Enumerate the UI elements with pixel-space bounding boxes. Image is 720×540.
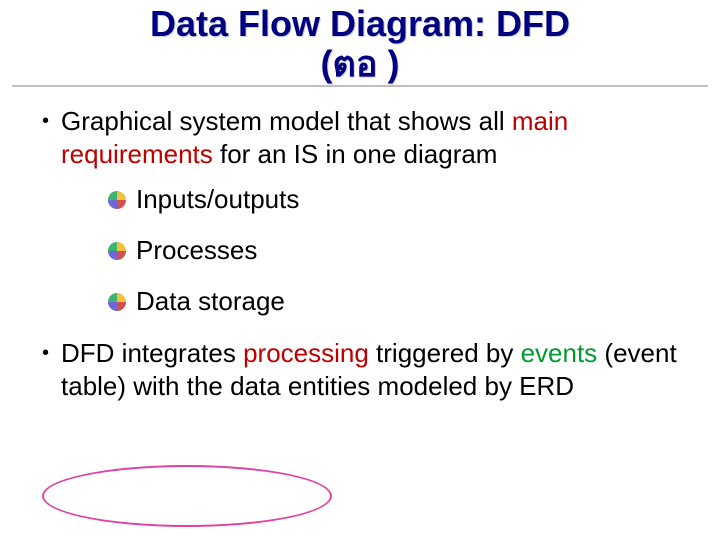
bullet2-p3: triggered by <box>369 338 521 368</box>
bullet-dot-icon: • <box>42 105 49 137</box>
title-line-2: (ตอ ) <box>12 44 708 84</box>
quadrant-bullet-icon <box>108 293 126 311</box>
sub-text-2: Processes <box>136 235 257 266</box>
sub-list: Inputs/outputs Processes Data storage <box>36 184 696 317</box>
slide-title: Data Flow Diagram: DFD (ตอ ) <box>12 0 708 87</box>
quadrant-bullet-icon <box>108 191 126 209</box>
quadrant-bullet-icon <box>108 242 126 260</box>
bullet-text-2: DFD integrates processing triggered by e… <box>61 337 696 402</box>
sub-item-3: Data storage <box>108 286 696 317</box>
bullet-item-1: • Graphical system model that shows all … <box>36 105 696 170</box>
slide-content: • Graphical system model that shows all … <box>0 105 720 402</box>
bullet1-prefix: Graphical system model that shows all <box>61 106 512 136</box>
bullet1-suffix: for an IS in one diagram <box>213 139 498 169</box>
sub-item-2: Processes <box>108 235 696 266</box>
annotation-oval <box>42 465 332 527</box>
bullet2-p2-processing: processing <box>243 338 369 368</box>
bullet-item-2: • DFD integrates processing triggered by… <box>36 337 696 402</box>
sub-text-1: Inputs/outputs <box>136 184 299 215</box>
bullet-dot-icon: • <box>42 337 49 369</box>
sub-text-3: Data storage <box>136 286 285 317</box>
bullet-text-1: Graphical system model that shows all ma… <box>61 105 696 170</box>
bullet2-p4-events: events <box>521 338 598 368</box>
title-line-1: Data Flow Diagram: DFD <box>12 4 708 44</box>
bullet2-p1: DFD integrates <box>61 338 243 368</box>
sub-item-1: Inputs/outputs <box>108 184 696 215</box>
